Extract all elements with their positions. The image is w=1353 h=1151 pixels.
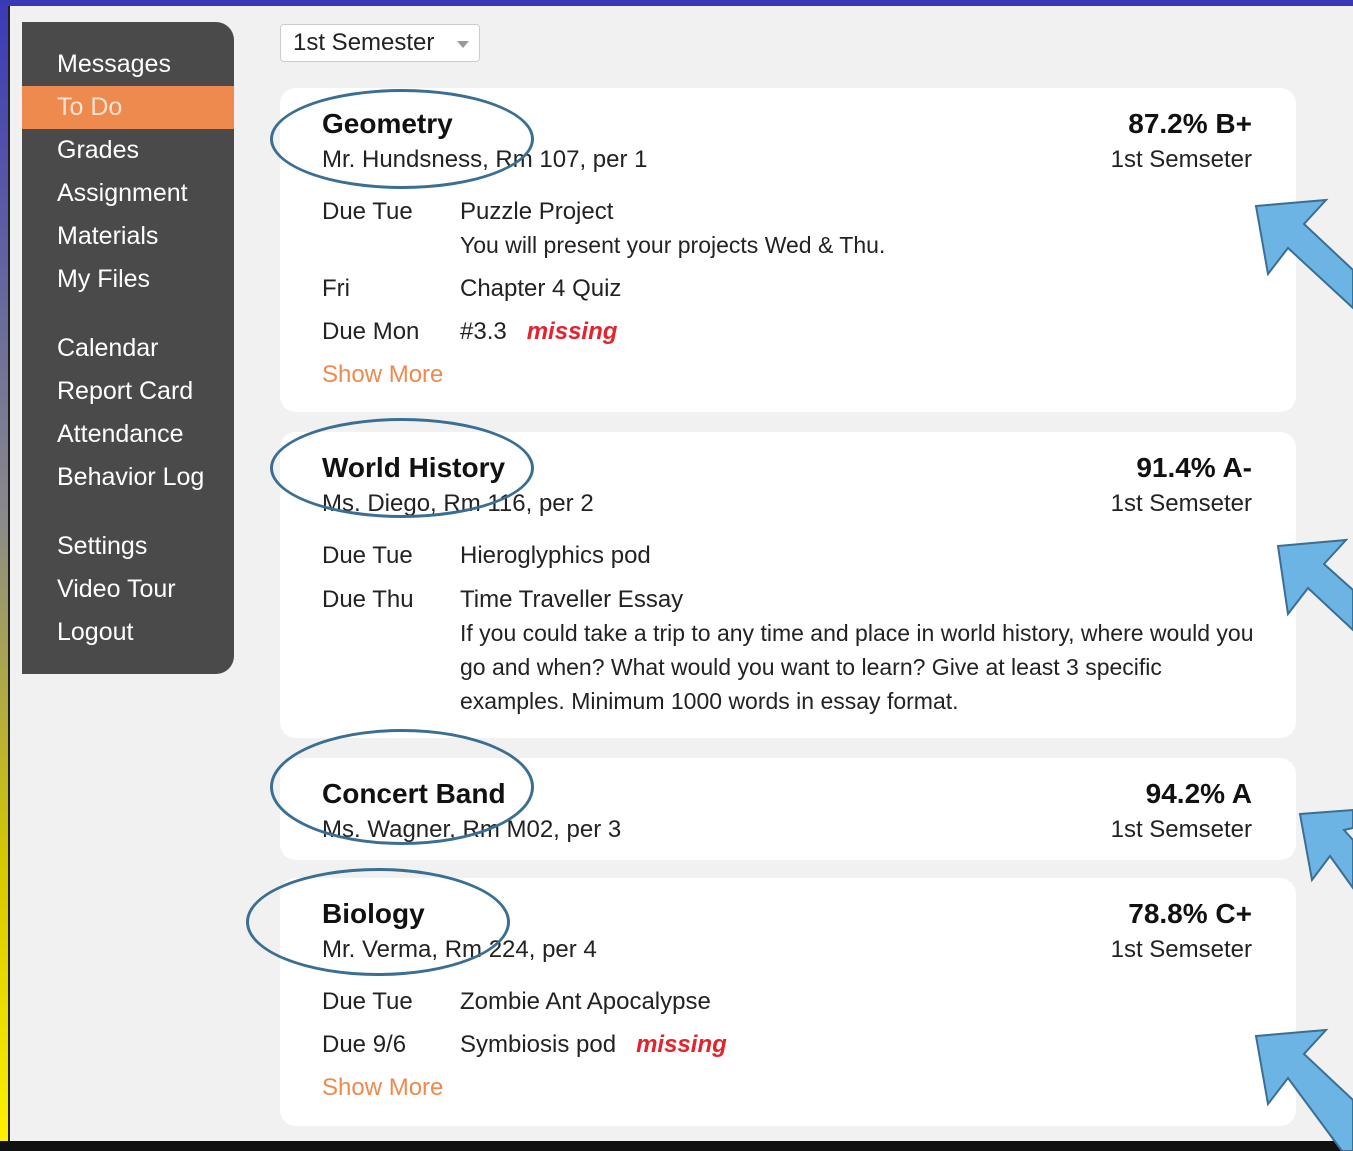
- sidebar-item-report-card[interactable]: Report Card: [22, 370, 234, 413]
- assignment-due: Due 9/6: [322, 1031, 407, 1058]
- annotation-oval: [270, 729, 534, 845]
- annotation-oval: [270, 418, 534, 518]
- course-term: 1st Semseter: [1110, 936, 1252, 963]
- assignment-due: Fri: [322, 275, 350, 302]
- sidebar-item-logout[interactable]: Logout: [22, 611, 234, 654]
- sidebar-item-settings[interactable]: Settings: [22, 525, 234, 568]
- sidebar-item-attendance[interactable]: Attendance: [22, 413, 234, 456]
- course-term: 1st Semseter: [1110, 816, 1252, 843]
- assignment-title[interactable]: Chapter 4 Quiz: [460, 275, 621, 303]
- assignment-description: You will present your projects Wed & Thu…: [460, 232, 886, 258]
- bottom-bar: [0, 1141, 1353, 1151]
- assignment-title[interactable]: Puzzle Project: [460, 198, 613, 226]
- sidebar-item-my-files[interactable]: My Files: [22, 258, 234, 301]
- sidebar-item-materials[interactable]: Materials: [22, 215, 234, 258]
- course-grade: 94.2% A: [1145, 778, 1252, 809]
- sidebar-item-video-tour[interactable]: Video Tour: [22, 568, 234, 611]
- semester-select-value: 1st Semester: [293, 29, 435, 56]
- assignment-due: Due Tue: [322, 542, 413, 569]
- missing-badge: missing: [636, 1031, 727, 1058]
- sidebar-item-calendar[interactable]: Calendar: [22, 327, 234, 370]
- assignment-title[interactable]: Time Traveller Essay: [460, 586, 683, 614]
- course-term: 1st Semseter: [1110, 146, 1252, 173]
- annotation-oval: [270, 89, 534, 189]
- sidebar-item-messages[interactable]: Messages: [22, 43, 234, 86]
- show-more-link[interactable]: Show More: [322, 1074, 443, 1102]
- course-grade: 91.4% A-: [1136, 452, 1252, 483]
- course-term: 1st Semseter: [1110, 490, 1252, 517]
- caret-down-icon[interactable]: [457, 41, 469, 48]
- semester-select[interactable]: 1st Semester: [280, 24, 480, 62]
- annotation-oval: [246, 868, 510, 976]
- assignment-due: Due Thu: [322, 586, 414, 613]
- assignment-title[interactable]: Hieroglyphics pod: [460, 542, 651, 570]
- assignment-due: Due Tue: [322, 988, 413, 1015]
- arrow-icon: [1254, 198, 1353, 310]
- missing-badge: missing: [526, 318, 618, 345]
- course-grade: 78.8% C+: [1128, 898, 1252, 929]
- assignment-title[interactable]: Zombie Ant Apocalypse: [460, 988, 711, 1016]
- sidebar-item-grades[interactable]: Grades: [22, 129, 234, 172]
- assignment-title[interactable]: Symbiosis pod: [460, 1031, 616, 1058]
- sidebar-item-assignment[interactable]: Assignment: [22, 172, 234, 215]
- arrow-icon: [1276, 538, 1353, 632]
- assignment-description: If you could take a trip to any time and…: [460, 620, 1254, 714]
- arrow-icon: [1254, 1028, 1353, 1151]
- assignment-due: Due Mon: [322, 318, 420, 345]
- sidebar-item-to-do[interactable]: To Do: [22, 86, 234, 129]
- assignment-item[interactable]: #3.3 missing: [460, 318, 617, 346]
- show-more-link[interactable]: Show More: [322, 361, 443, 389]
- assignment-due: Due Tue: [322, 198, 413, 225]
- assignment-title[interactable]: #3.3: [460, 318, 507, 345]
- assignment-item[interactable]: Symbiosis pod missing: [460, 1031, 727, 1059]
- sidebar-item-behavior-log[interactable]: Behavior Log: [22, 456, 234, 499]
- left-gradient-strip: [0, 0, 8, 1151]
- course-grade: 87.2% B+: [1128, 108, 1252, 139]
- sidebar: Messages To Do Grades Assignment Materia…: [22, 22, 234, 674]
- arrow-icon: [1298, 808, 1353, 890]
